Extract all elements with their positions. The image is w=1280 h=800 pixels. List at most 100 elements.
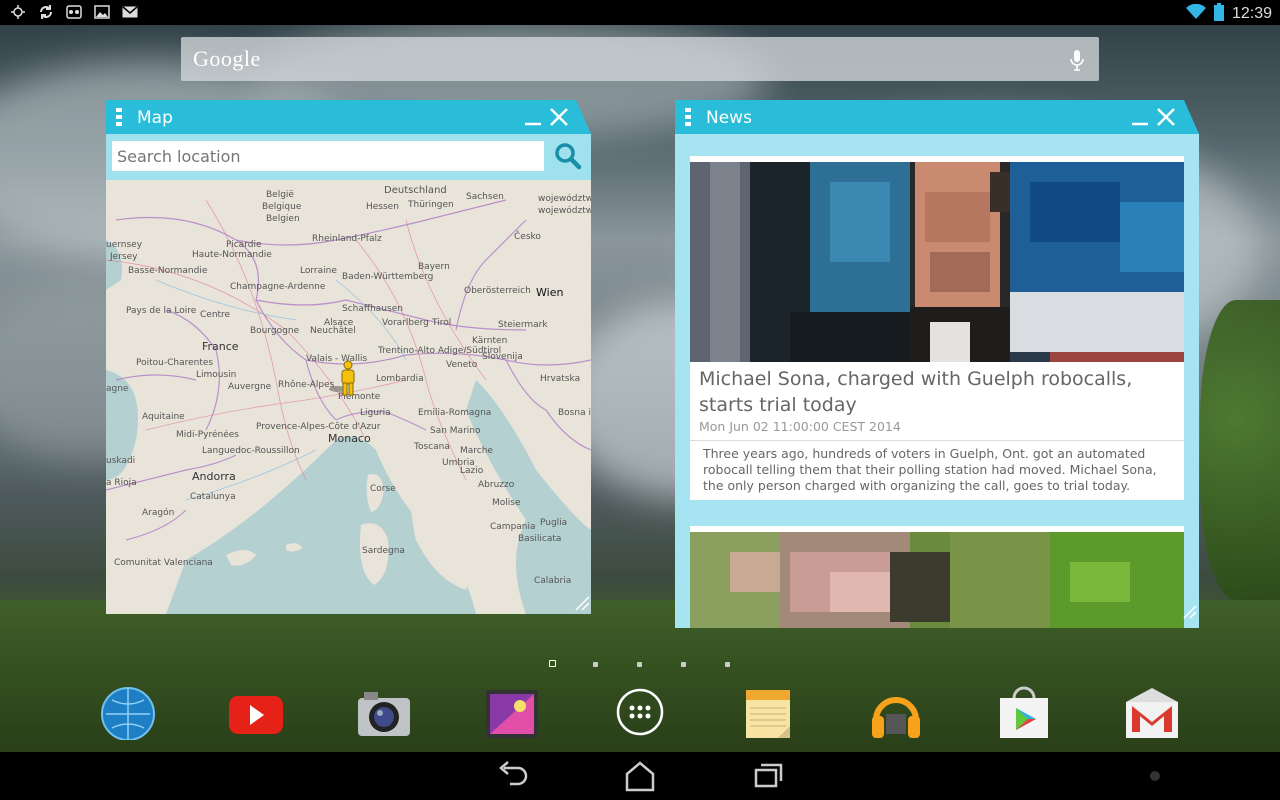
news-photo: [690, 162, 1184, 362]
page-dot: [593, 662, 598, 667]
map-label: Aquitaine: [142, 412, 185, 422]
map-widget-header[interactable]: Map: [106, 100, 591, 134]
divider: [690, 440, 1184, 441]
map-label: France: [202, 340, 239, 353]
map-label: Hessen: [366, 202, 399, 212]
map-label: Slovenija: [482, 352, 523, 362]
news-headline[interactable]: Michael Sona, charged with Guelph roboca…: [699, 366, 1179, 418]
search-location-input[interactable]: [112, 141, 544, 171]
battery-icon: [1213, 3, 1224, 25]
map-label: Hrvatska: [540, 374, 581, 384]
news-card[interactable]: Michael Sona, charged with Guelph roboca…: [690, 156, 1184, 500]
map-label: Monaco: [328, 432, 371, 445]
status-bar: 12:39: [0, 0, 1280, 25]
play-store-icon[interactable]: [996, 684, 1052, 740]
clock: 12:39: [1231, 5, 1272, 22]
map-label: Comunitat Valenciana: [114, 558, 213, 568]
gallery-icon[interactable]: [484, 684, 540, 740]
map-label: Picardie: [226, 240, 262, 250]
map-label: Wien: [536, 286, 564, 299]
page-dot: [681, 662, 686, 667]
map-label: Neuchâtel: [310, 326, 356, 336]
google-search-bar[interactable]: Google: [181, 37, 1099, 81]
drag-handle-icon[interactable]: [685, 108, 691, 126]
map-label: Limousin: [196, 370, 237, 380]
map-label: Thüringen: [408, 200, 454, 210]
news-widget-header[interactable]: News: [675, 100, 1199, 134]
map-label: Česko: [514, 232, 541, 242]
map-label: Oberösterreich: [464, 286, 531, 296]
all-apps-icon[interactable]: [612, 684, 668, 740]
news-card[interactable]: [690, 526, 1184, 628]
youtube-icon[interactable]: [228, 684, 284, 740]
image-icon: [94, 4, 110, 20]
map-label: Marche: [460, 446, 493, 456]
search-icon[interactable]: [554, 142, 582, 170]
page-dot: [637, 662, 642, 667]
map-label: Lazio: [460, 466, 484, 476]
sync-icon: [38, 4, 54, 20]
map-view[interactable]: Deutschland België Belgique Belgien Hess…: [106, 180, 591, 614]
gmail-icon[interactable]: [1124, 684, 1180, 740]
map-label: Basilicata: [518, 534, 562, 544]
mic-icon[interactable]: [1069, 49, 1085, 71]
recents-icon[interactable]: [750, 760, 786, 792]
gps-icon: [10, 4, 26, 20]
map-label: Champagne-Ardenne: [230, 282, 326, 292]
map-label: Andorra: [192, 470, 236, 483]
map-label: uskadi: [106, 456, 136, 466]
map-label: Lorraine: [300, 266, 337, 276]
map-label: a Rioja: [106, 478, 137, 488]
map-label: uernsey: [106, 240, 143, 250]
news-summary: Three years ago, hundreds of voters in G…: [703, 446, 1157, 493]
pegman-icon[interactable]: [328, 360, 358, 400]
map-label: województwo: [538, 194, 591, 204]
wifi-icon: [1185, 3, 1206, 24]
voicemail-icon: [66, 4, 82, 20]
map-search-row: [106, 134, 591, 180]
news-date: Mon Jun 02 11:00:00 CEST 2014: [699, 419, 901, 434]
map-label: Baden-Württemberg: [342, 272, 434, 282]
map-label: Schaffhausen: [342, 304, 403, 314]
minimize-icon[interactable]: [524, 108, 542, 126]
browser-icon[interactable]: [100, 684, 156, 741]
map-label: Calabria: [534, 576, 572, 586]
map-label: Abruzzo: [478, 480, 515, 490]
map-label: województwo: [538, 206, 591, 216]
map-label: Molise: [492, 498, 521, 508]
map-label: Sardegna: [362, 546, 405, 556]
camera-icon[interactable]: [356, 684, 412, 740]
page-indicator: [0, 660, 1280, 668]
map-label: Provence-Alpes-Côte d'Azur: [256, 422, 381, 432]
back-icon[interactable]: [494, 760, 530, 792]
home-icon[interactable]: [622, 760, 658, 792]
map-label: Jersey: [110, 252, 138, 262]
close-icon[interactable]: [549, 107, 569, 127]
map-label: Bayern: [418, 262, 450, 272]
map-label: Rheinland-Pfalz: [312, 234, 382, 244]
close-icon[interactable]: [1156, 107, 1176, 127]
map-label: Liguria: [360, 408, 391, 418]
music-icon[interactable]: [868, 684, 924, 740]
resize-handle-icon[interactable]: [1183, 604, 1197, 619]
map-label: Steiermark: [498, 320, 548, 330]
news-widget-title: News: [706, 108, 752, 128]
drag-handle-icon[interactable]: [116, 108, 122, 126]
minimize-icon[interactable]: [1131, 108, 1149, 126]
map-label: Kärnten: [472, 336, 508, 346]
map-label: Aragón: [142, 508, 175, 518]
map-label: Pays de la Loire: [126, 306, 197, 316]
news-feed[interactable]: Michael Sona, charged with Guelph roboca…: [675, 134, 1199, 628]
map-label: Bourgogne: [250, 326, 300, 336]
map-label: Haute-Normandie: [192, 250, 272, 260]
map-label: Lombardia: [376, 374, 424, 384]
map-label: Vorarlberg: [382, 318, 429, 328]
map-label: San Marino: [430, 426, 481, 436]
map-label: Centre: [200, 310, 231, 320]
notes-icon[interactable]: [740, 684, 796, 740]
map-label: Catalunya: [190, 492, 236, 502]
map-label: Auvergne: [228, 382, 272, 392]
map-label: Rhône-Alpes: [278, 380, 335, 390]
map-label: Puglia: [540, 518, 568, 528]
map-widget-title: Map: [137, 108, 173, 128]
